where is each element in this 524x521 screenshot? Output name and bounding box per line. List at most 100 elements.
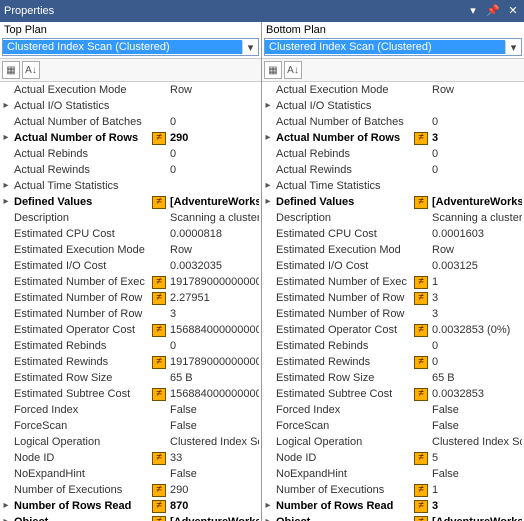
property-row[interactable]: ▸Actual Time Statistics	[262, 178, 524, 194]
property-name: Estimated Number of Exec	[274, 274, 414, 290]
sort-az-icon[interactable]: A↓	[284, 61, 302, 79]
property-row[interactable]: Estimated Operator Cost≠0.0032853 (0%)	[262, 322, 524, 338]
property-row[interactable]: NoExpandHintFalse	[0, 466, 261, 482]
expand-icon[interactable]: ▸	[262, 194, 274, 210]
dropdown-icon[interactable]: ▾	[466, 4, 480, 18]
expand-icon[interactable]: ▸	[262, 98, 274, 114]
expand-icon[interactable]: ▸	[262, 130, 274, 146]
categorize-icon[interactable]: ▦	[2, 61, 20, 79]
property-value: Scanning a clustered index, entirely	[170, 210, 259, 226]
property-row[interactable]: ▸Object≠[AdventureWorks2016CTP3].[…	[262, 514, 524, 521]
property-name: Estimated Row Size	[274, 370, 414, 386]
property-row[interactable]: Estimated Rewinds≠1917890000000000	[0, 354, 261, 370]
property-name: Forced Index	[274, 402, 414, 418]
property-row[interactable]: Estimated Number of Exec≠1	[262, 274, 524, 290]
property-row[interactable]: Estimated Number of Row≠2.27951	[0, 290, 261, 306]
property-row[interactable]: Node ID≠33	[0, 450, 261, 466]
property-value: 156884000000000	[170, 386, 259, 402]
sort-az-icon[interactable]: A↓	[22, 61, 40, 79]
chevron-down-icon[interactable]: ▾	[505, 41, 521, 54]
property-row[interactable]: ▸Defined Values≠[AdventureWorks2016CTP3]…	[0, 194, 261, 210]
property-row[interactable]: Forced IndexFalse	[0, 402, 261, 418]
property-row[interactable]: Estimated Row Size65 B	[262, 370, 524, 386]
property-row[interactable]: Estimated Subtree Cost≠0.0032853	[262, 386, 524, 402]
diff-icon: ≠	[152, 484, 166, 497]
property-row[interactable]: Estimated I/O Cost0.003125	[262, 258, 524, 274]
right-operator-combo[interactable]: Clustered Index Scan (Clustered) ▾	[264, 38, 522, 56]
expand-icon[interactable]: ▸	[262, 178, 274, 194]
property-row[interactable]: ▸Object≠[AdventureWorks2016CTP3].[Perso	[0, 514, 261, 521]
property-row[interactable]: Actual Execution ModeRow	[0, 82, 261, 98]
property-row[interactable]: DescriptionScanning a clustered index, e…	[0, 210, 261, 226]
property-row[interactable]: Estimated Subtree Cost≠156884000000000	[0, 386, 261, 402]
property-name: Number of Executions	[274, 482, 414, 498]
property-row[interactable]: ▸Actual Number of Rows≠3	[262, 130, 524, 146]
property-row[interactable]: Estimated I/O Cost0.0032035	[0, 258, 261, 274]
property-name: Estimated Number of Row	[12, 306, 152, 322]
pin-icon[interactable]: 📌	[486, 4, 500, 18]
property-row[interactable]: Estimated Number of Exec≠191789000000000…	[0, 274, 261, 290]
property-row[interactable]: ▸Actual I/O Statistics	[262, 98, 524, 114]
property-row[interactable]: Estimated Number of Row3	[262, 306, 524, 322]
chevron-down-icon[interactable]: ▾	[242, 41, 258, 54]
right-toolbar: ▦ A↓	[262, 58, 524, 82]
property-row[interactable]: Actual Rebinds0	[262, 146, 524, 162]
property-row[interactable]: ForceScanFalse	[262, 418, 524, 434]
property-value: False	[170, 418, 259, 434]
close-icon[interactable]: ✕	[506, 4, 520, 18]
property-value: 0	[432, 354, 522, 370]
property-row[interactable]: NoExpandHintFalse	[262, 466, 524, 482]
property-row[interactable]: Estimated Operator Cost≠156884000000000 …	[0, 322, 261, 338]
property-row[interactable]: Actual Rewinds0	[0, 162, 261, 178]
diff-icon: ≠	[152, 388, 166, 401]
property-row[interactable]: DescriptionScanning a clustered index, e…	[262, 210, 524, 226]
property-row[interactable]: Number of Executions≠290	[0, 482, 261, 498]
categorize-icon[interactable]: ▦	[264, 61, 282, 79]
property-row[interactable]: Logical OperationClustered Index Scan	[0, 434, 261, 450]
diff-icon	[414, 260, 428, 273]
property-value: 0.0032853	[432, 386, 522, 402]
property-name: Estimated Operator Cost	[12, 322, 152, 338]
property-row[interactable]: Actual Execution ModeRow	[262, 82, 524, 98]
property-row[interactable]: Actual Number of Batches0	[262, 114, 524, 130]
property-row[interactable]: ▸Actual Number of Rows≠290	[0, 130, 261, 146]
property-row[interactable]: Estimated Number of Row3	[0, 306, 261, 322]
property-value: 0	[170, 338, 259, 354]
property-row[interactable]: Actual Rewinds0	[262, 162, 524, 178]
expand-icon[interactable]: ▸	[0, 130, 12, 146]
expand-icon[interactable]: ▸	[0, 194, 12, 210]
property-name: Actual Execution Mode	[12, 82, 152, 98]
expand-icon[interactable]: ▸	[0, 178, 12, 194]
property-row[interactable]: Estimated Row Size65 B	[0, 370, 261, 386]
property-name: Actual I/O Statistics	[12, 98, 152, 114]
property-row[interactable]: Node ID≠5	[262, 450, 524, 466]
property-row[interactable]: Number of Executions≠1	[262, 482, 524, 498]
property-row[interactable]: Estimated Rewinds≠0	[262, 354, 524, 370]
property-value: 1	[432, 482, 522, 498]
property-name: Estimated Rewinds	[12, 354, 152, 370]
expand-icon[interactable]: ▸	[262, 514, 274, 521]
expand-icon[interactable]: ▸	[0, 98, 12, 114]
property-row[interactable]: Estimated Number of Row≠3	[262, 290, 524, 306]
expand-icon[interactable]: ▸	[0, 498, 12, 514]
property-row[interactable]: Estimated Rebinds0	[0, 338, 261, 354]
left-operator-combo[interactable]: Clustered Index Scan (Clustered) ▾	[2, 38, 259, 56]
property-row[interactable]: ▸Number of Rows Read≠3	[262, 498, 524, 514]
property-row[interactable]: ▸Actual Time Statistics	[0, 178, 261, 194]
property-row[interactable]: Estimated Execution ModeRow	[0, 242, 261, 258]
property-row[interactable]: ▸Defined Values≠[AdventureWorks2016CTP3]…	[262, 194, 524, 210]
property-row[interactable]: Estimated Execution ModRow	[262, 242, 524, 258]
property-row[interactable]: Estimated CPU Cost0.0000818	[0, 226, 261, 242]
property-row[interactable]: ForceScanFalse	[0, 418, 261, 434]
property-row[interactable]: Estimated CPU Cost0.0001603	[262, 226, 524, 242]
expand-icon[interactable]: ▸	[262, 498, 274, 514]
property-row[interactable]: ▸Actual I/O Statistics	[0, 98, 261, 114]
property-row[interactable]: ▸Number of Rows Read≠870	[0, 498, 261, 514]
property-row[interactable]: Actual Rebinds0	[0, 146, 261, 162]
expand-icon[interactable]: ▸	[0, 514, 12, 521]
property-row[interactable]: Actual Number of Batches0	[0, 114, 261, 130]
diff-icon	[414, 468, 428, 481]
property-row[interactable]: Estimated Rebinds0	[262, 338, 524, 354]
property-row[interactable]: Forced IndexFalse	[262, 402, 524, 418]
property-row[interactable]: Logical OperationClustered Index Scan	[262, 434, 524, 450]
